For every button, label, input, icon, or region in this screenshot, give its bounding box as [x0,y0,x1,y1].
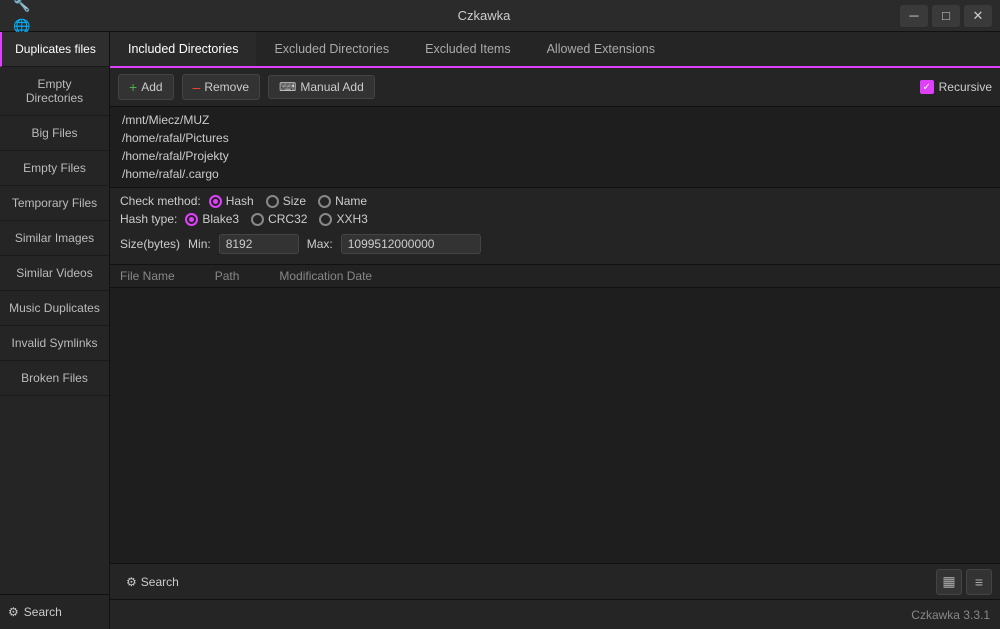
file-list-header: File Name Path Modification Date [110,265,1000,288]
remove-icon: – [193,79,201,95]
minimize-button[interactable]: ─ [900,5,928,27]
title-bar: 🔧 🌐 Czkawka ─ □ ✕ [0,0,1000,32]
radio-hash-dot [209,195,222,208]
directory-list: /mnt/Miecz/MUZ /home/rafal/Pictures /hom… [110,107,1000,188]
manual-add-icon: ⌨ [279,80,296,94]
radio-hash[interactable]: Hash [209,194,254,208]
sidebar-item-big-files[interactable]: Big Files [0,116,109,151]
search-action-button[interactable]: ⚙ Search [118,571,936,593]
list-item[interactable]: /home/rafal/Projekty [118,147,992,165]
tab-included-dirs[interactable]: Included Directories [110,32,256,68]
sidebar-item-similar-images[interactable]: Similar Images [0,221,109,256]
min-size-input[interactable] [219,234,299,254]
sidebar: Duplicates files Empty Directories Big F… [0,32,110,629]
recursive-area: ✓ Recursive [920,80,992,94]
app-title: Czkawka [68,8,900,23]
file-list-area[interactable] [110,288,1000,563]
sidebar-item-music-dups[interactable]: Music Duplicates [0,291,109,326]
list-item[interactable]: /mnt/Miecz/MUZ [118,111,992,129]
radio-size[interactable]: Size [266,194,306,208]
sidebar-item-temp-files[interactable]: Temporary Files [0,186,109,221]
main-layout: Duplicates files Empty Directories Big F… [0,32,1000,629]
grid-icon: ▦ [942,573,955,590]
recursive-checkbox[interactable]: ✓ [920,80,934,94]
add-button[interactable]: + Add [118,74,174,100]
radio-size-dot [266,195,279,208]
hash-type-row: Hash type: Blake3 CRC32 XXH3 [120,212,990,226]
radio-blake3[interactable]: Blake3 [185,212,239,226]
tab-bar: Included Directories Excluded Directorie… [110,32,1000,68]
options-area: Check method: Hash Size Name [110,188,1000,265]
wrench-button[interactable]: 🔧 [8,0,36,16]
version-bar: Czkawka 3.3.1 [110,599,1000,629]
sidebar-item-invalid-symlinks[interactable]: Invalid Symlinks [0,326,109,361]
size-row: Size(bytes) Min: Max: [120,230,990,258]
bottom-right-icons: ▦ ≡ [936,569,992,595]
list-item[interactable]: /home/rafal/Pictures [118,129,992,147]
radio-xxh3[interactable]: XXH3 [319,212,367,226]
hash-type-group: Blake3 CRC32 XXH3 [185,212,367,226]
close-button[interactable]: ✕ [964,5,992,27]
add-icon: + [129,79,137,95]
bottom-controls: ⚙ Search ▦ ≡ [110,563,1000,599]
sidebar-item-duplicates[interactable]: Duplicates files [0,32,109,67]
window-controls: ─ □ ✕ [900,5,992,27]
search-icon: ⚙ [8,605,19,619]
radio-blake3-dot [185,213,198,226]
radio-name[interactable]: Name [318,194,367,208]
radio-name-dot [318,195,331,208]
list-view-button[interactable]: ≡ [966,569,992,595]
maximize-button[interactable]: □ [932,5,960,27]
sidebar-item-empty-files[interactable]: Empty Files [0,151,109,186]
sidebar-bottom: ⚙ Search [0,594,109,629]
check-method-group: Hash Size Name [209,194,367,208]
search-action-icon: ⚙ [126,575,137,589]
tab-allowed-ext[interactable]: Allowed Extensions [529,32,673,68]
sidebar-item-broken-files[interactable]: Broken Files [0,361,109,396]
version-label: Czkawka 3.3.1 [911,608,990,622]
list-icon: ≡ [975,574,983,590]
list-item[interactable]: /home/rafal/.cargo [118,165,992,183]
tab-excluded-dirs[interactable]: Excluded Directories [256,32,407,68]
radio-crc32[interactable]: CRC32 [251,212,307,226]
grid-view-button[interactable]: ▦ [936,569,962,595]
toolbar: + Add – Remove ⌨ Manual Add ✓ Recursive [110,68,1000,107]
check-method-row: Check method: Hash Size Name [120,194,990,208]
sidebar-item-similar-videos[interactable]: Similar Videos [0,256,109,291]
remove-button[interactable]: – Remove [182,74,260,100]
search-button[interactable]: ⚙ Search [0,595,109,629]
max-size-input[interactable] [341,234,481,254]
radio-xxh3-dot [319,213,332,226]
sidebar-item-empty-dirs[interactable]: Empty Directories [0,67,109,116]
radio-crc32-dot [251,213,264,226]
content-area: Included Directories Excluded Directorie… [110,32,1000,629]
manual-add-button[interactable]: ⌨ Manual Add [268,75,375,99]
tab-excluded-items[interactable]: Excluded Items [407,32,528,68]
